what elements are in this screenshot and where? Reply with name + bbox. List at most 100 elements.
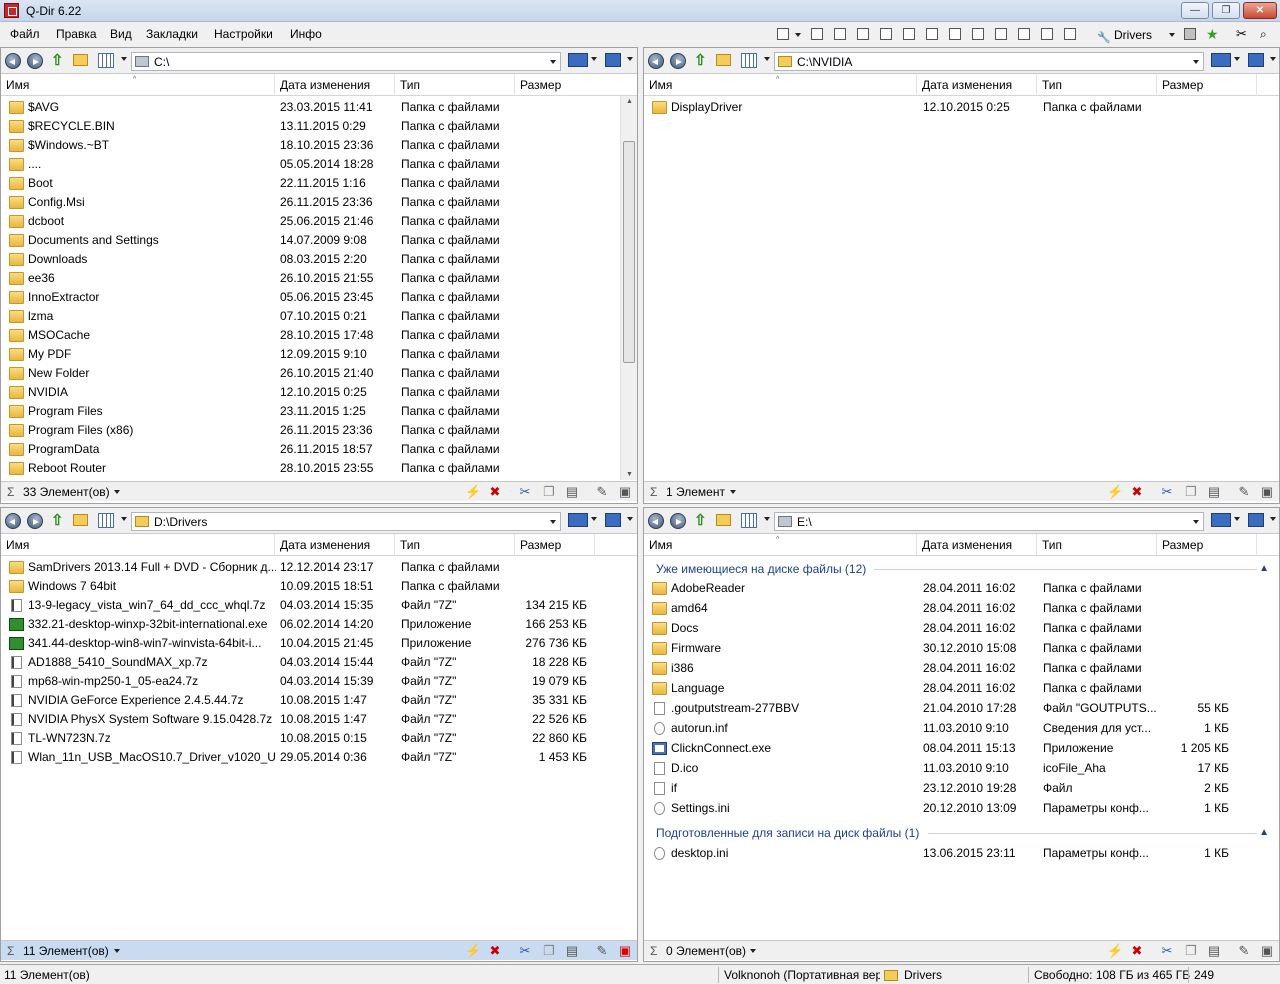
layout-4-icon[interactable] (880, 28, 892, 40)
scroll-down-icon[interactable]: ▼ (626, 471, 633, 478)
layout-main-icon[interactable] (777, 28, 789, 40)
list-item[interactable]: Config.Msi 26.11.2015 23:36 Папка с файлам… (1, 193, 621, 212)
address-bar[interactable]: C:\NVIDIA (774, 52, 1204, 71)
back-icon[interactable] (648, 53, 664, 69)
menu-settings[interactable]: Настройки (214, 27, 273, 41)
address-dropdown-icon[interactable] (1193, 520, 1199, 524)
list-item[interactable]: Documents and Settings 14.07.2009 9:08 Пап… (1, 231, 621, 250)
back-icon[interactable] (5, 513, 21, 529)
count-dropdown-icon[interactable] (750, 949, 756, 953)
column-size[interactable]: Размер (1157, 74, 1257, 96)
count-dropdown-icon[interactable] (114, 949, 120, 953)
list-item[interactable]: NVIDIA GeForce Experience 2.4.5.44.7z 10.… (1, 691, 637, 710)
list-item[interactable]: Program Files (x86) 26.11.2015 23:36 Папка… (1, 421, 621, 440)
cut-icon[interactable]: ✂ (1160, 944, 1174, 958)
forward-icon[interactable] (27, 513, 43, 529)
column-date[interactable]: Дата изменения (917, 74, 1037, 96)
list-item[interactable]: if 23.12.2010 19:28 Файл 2 КБ (644, 779, 1279, 798)
list-item[interactable]: desktop.ini 13.06.2015 23:11 Параметры кон… (644, 844, 1279, 863)
view-dropdown-icon[interactable] (121, 517, 127, 521)
new-folder-icon[interactable] (716, 54, 731, 66)
list-item[interactable]: 332.21-desktop-winxp-32bit-international… (1, 615, 637, 634)
list-item[interactable]: 341.44-desktop-win8-win7-winvista-64bit-… (1, 634, 637, 653)
column-type[interactable]: Тип (1037, 534, 1157, 556)
column-name[interactable]: Имя (1, 74, 275, 96)
properties-icon[interactable]: ▣ (618, 944, 632, 958)
list-item[interactable]: 13-9-legacy_vista_win7_64_dd_ccc_whql.7z… (1, 596, 637, 615)
list-item[interactable]: NVIDIA 12.10.2015 0:25 Папка с файлами (1, 383, 621, 402)
panel-options-dropdown-icon[interactable] (1270, 517, 1276, 521)
list-item[interactable]: $Windows.~BT 18.10.2015 23:36 Папка с файл… (1, 136, 621, 155)
copy-icon[interactable]: ❐ (1184, 944, 1198, 958)
view-dropdown-icon[interactable] (121, 57, 127, 61)
layout-12-icon[interactable] (1064, 28, 1076, 40)
view-mode-icon[interactable] (741, 513, 757, 528)
list-item[interactable]: ee36 26.10.2015 21:55 Папка с файлами (1, 269, 621, 288)
flash-icon[interactable]: ⚡ (1107, 485, 1123, 499)
cut-icon[interactable]: ✂ (518, 944, 532, 958)
list-item[interactable]: AD1888_5410_SoundMAX_xp.7z 04.03.2014 15:… (1, 653, 637, 672)
up-folder-icon[interactable]: ⇧ (694, 52, 709, 69)
group-header-existing[interactable]: Уже имеющиеся на диске файлы (12) ▲ (644, 558, 1279, 580)
vertical-scrollbar[interactable]: ▲ ▼ (620, 96, 637, 480)
panel-options-icon[interactable] (605, 513, 621, 527)
layout-6-icon[interactable] (926, 28, 938, 40)
layout-3-icon[interactable] (857, 28, 869, 40)
list-item[interactable]: Downloads 08.03.2015 2:20 Папка с файлами (1, 250, 621, 269)
column-type[interactable]: Тип (395, 74, 515, 96)
bookmark-drivers-button[interactable]: 🔧 Drivers (1094, 26, 1152, 44)
menu-view[interactable]: Вид (110, 27, 132, 41)
scroll-up-icon[interactable]: ▲ (626, 98, 633, 105)
address-bar[interactable]: C:\ (131, 52, 561, 71)
properties-icon[interactable]: ▣ (618, 485, 632, 499)
properties-icon[interactable]: ▣ (1260, 485, 1274, 499)
view-mode-icon[interactable] (98, 513, 114, 528)
monitor-dropdown-icon[interactable] (1234, 517, 1240, 521)
layout-9-icon[interactable] (995, 28, 1007, 40)
minimize-button[interactable]: — (1181, 2, 1209, 19)
list-item[interactable]: Boot 22.11.2015 1:16 Папка с файлами (1, 174, 621, 193)
layout-5-icon[interactable] (903, 28, 915, 40)
copy-icon[interactable]: ❐ (542, 944, 556, 958)
list-item[interactable]: ClicknConnect.exe 08.04.2011 15:13 Приложе… (644, 739, 1279, 758)
forward-icon[interactable] (670, 513, 686, 529)
address-dropdown-icon[interactable] (1193, 60, 1199, 64)
forward-icon[interactable] (670, 53, 686, 69)
layout-10-icon[interactable] (1018, 28, 1030, 40)
list-item[interactable]: $RECYCLE.BIN 13.11.2015 0:29 Папка с файла… (1, 117, 621, 136)
monitor-dropdown-icon[interactable] (1234, 57, 1240, 61)
layout-11-icon[interactable] (1041, 28, 1053, 40)
star-icon[interactable]: ★ (1206, 27, 1219, 41)
flash-icon[interactable]: ⚡ (1107, 944, 1123, 958)
list-item[interactable]: autorun.inf 11.03.2010 9:10 Сведения для у… (644, 719, 1279, 738)
list-item[interactable]: New Folder 26.10.2015 21:40 Папка с файлам… (1, 364, 621, 383)
properties-icon[interactable]: ▣ (1260, 944, 1274, 958)
copy-icon[interactable]: ❐ (1184, 485, 1198, 499)
list-item[interactable]: i386 28.04.2011 16:02 Папка с файлами (644, 659, 1279, 678)
list-item[interactable]: Settings.ini 20.12.2010 13:09 Параметры ко… (644, 799, 1279, 818)
column-type[interactable]: Тип (395, 534, 515, 556)
back-icon[interactable] (648, 513, 664, 529)
list-item[interactable]: InnoExtractor 05.06.2015 23:45 Папка с фай… (1, 288, 621, 307)
flash-icon[interactable]: ⚡ (465, 944, 481, 958)
scroll-thumb[interactable] (623, 141, 635, 363)
address-bar[interactable]: D:\Drivers (131, 512, 561, 531)
monitor-dropdown-icon[interactable] (591, 57, 597, 61)
list-item[interactable]: Program Files 23.11.2015 1:25 Папка с файл… (1, 402, 621, 421)
paste-icon[interactable]: ▤ (565, 485, 579, 499)
count-dropdown-icon[interactable] (114, 490, 120, 494)
new-folder-icon[interactable] (73, 54, 88, 66)
view-dropdown-icon[interactable] (764, 517, 770, 521)
paste-icon[interactable]: ▤ (1207, 944, 1221, 958)
new-folder-icon[interactable] (73, 514, 88, 526)
maximize-button[interactable]: ❐ (1212, 2, 1240, 19)
up-folder-icon[interactable]: ⇧ (51, 52, 66, 69)
paste-icon[interactable]: ▤ (565, 944, 579, 958)
list-item[interactable]: Windows 7 64bit 10.09.2015 18:51 Папка с ф… (1, 577, 637, 596)
panel-options-dropdown-icon[interactable] (627, 517, 633, 521)
menu-bookmarks[interactable]: Закладки (146, 27, 198, 41)
close-button[interactable]: ✕ (1243, 2, 1277, 19)
list-item[interactable]: Reboot Router 28.10.2015 23:55 Папка с фай… (1, 459, 621, 478)
list-item[interactable]: Firmware 30.12.2010 15:08 Папка с файлами (644, 639, 1279, 658)
column-date[interactable]: Дата изменения (917, 534, 1037, 556)
